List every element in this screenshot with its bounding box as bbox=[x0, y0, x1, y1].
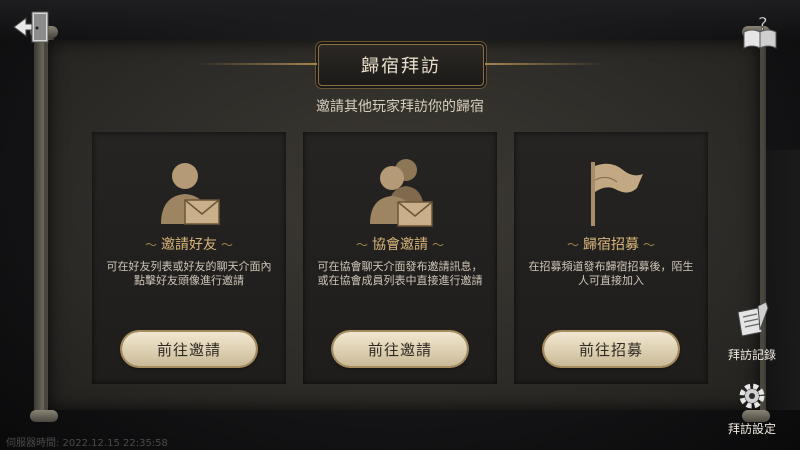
go-guild-invite-button[interactable]: 前往邀請 bbox=[333, 332, 467, 366]
card-title: 〜邀請好友〜 bbox=[144, 237, 234, 253]
exit-door-icon bbox=[13, 11, 49, 43]
go-recruit-button[interactable]: 前往招募 bbox=[544, 332, 678, 366]
card-title: 〜歸宿招募〜 bbox=[566, 237, 656, 253]
server-time-text: 伺服器時間: 2022.12.15 22:35:58 bbox=[6, 438, 168, 449]
residence-recruit-card: 〜歸宿招募〜 在招募頻道發布歸宿招募後，陌生人可直接加入 前往招募 bbox=[514, 132, 708, 384]
visit-record-label: 拜訪記錄 bbox=[727, 348, 776, 362]
invite-friend-card: 〜邀請好友〜 可在好友列表或好友的聊天介面內點擊好友頭像進行邀請 前往邀請 bbox=[92, 132, 286, 384]
card-description: 在招募頻道發布歸宿招募後，陌生人可直接加入 bbox=[528, 260, 694, 287]
group-letter-icon bbox=[370, 159, 433, 227]
record-book-icon bbox=[737, 301, 769, 337]
flag-icon bbox=[591, 162, 643, 226]
help-button[interactable]: ? bbox=[740, 14, 782, 52]
visit-settings-button[interactable]: 拜訪設定 bbox=[720, 378, 784, 437]
card-description: 可在好友列表或好友的聊天介面內點擊好友頭像進行邀請 bbox=[106, 260, 272, 287]
guild-invite-card: 〜協會邀請〜 可在協會聊天介面發布邀請訊息，或在協會成員列表中直接進行邀請 前往… bbox=[303, 132, 497, 384]
rod-cap bbox=[30, 410, 58, 422]
background-strip bbox=[0, 0, 800, 40]
card-title: 〜協會邀請〜 bbox=[355, 237, 445, 253]
card-description: 可在協會聊天介面發布邀請訊息，或在協會成員列表中直接進行邀請 bbox=[317, 260, 483, 287]
svg-text:?: ? bbox=[758, 14, 768, 35]
visit-settings-label: 拜訪設定 bbox=[727, 422, 776, 436]
gear-icon bbox=[739, 383, 765, 409]
page-title: 歸宿拜訪 bbox=[361, 56, 441, 77]
help-book-icon: ? bbox=[743, 14, 777, 49]
title-plate: 歸宿拜訪 bbox=[197, 44, 605, 86]
person-letter-icon bbox=[161, 163, 220, 225]
go-invite-friend-button[interactable]: 前往邀請 bbox=[122, 332, 256, 366]
back-button[interactable] bbox=[10, 8, 54, 48]
visit-record-button[interactable]: 拜訪記錄 bbox=[720, 300, 784, 363]
page-subtitle: 邀請其他玩家拜訪你的歸宿 bbox=[316, 99, 484, 115]
